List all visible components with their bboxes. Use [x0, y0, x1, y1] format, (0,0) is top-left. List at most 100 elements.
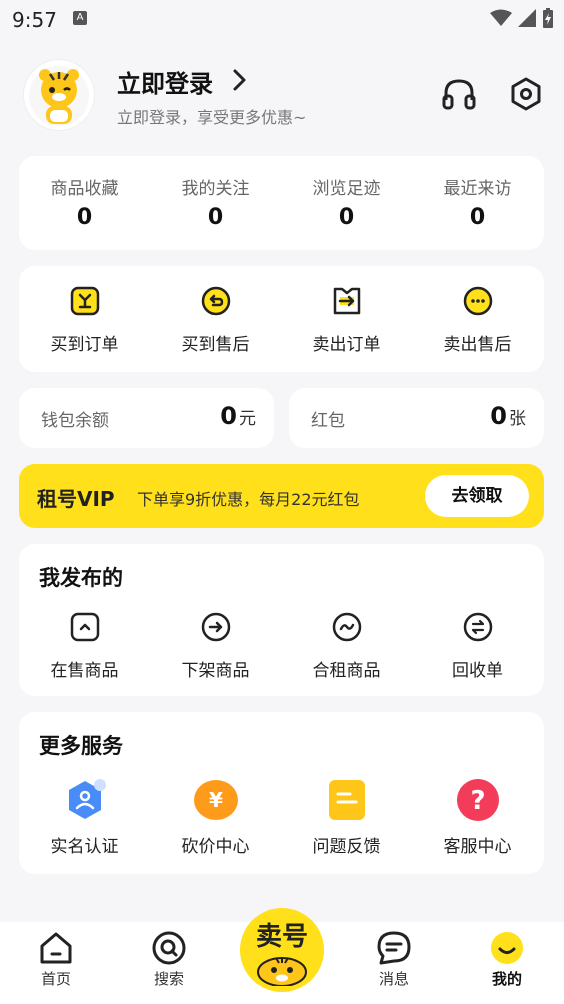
vip-banner[interactable]: 租号VIP 下单享9折优惠，每月22元红包 去领取 [19, 464, 544, 528]
published-title: 我发布的 [39, 566, 123, 590]
redpack-value-wrap: 0张 [490, 402, 526, 430]
service-support[interactable]: ? 客服中心 [412, 778, 543, 857]
order-sold-aftersale[interactable]: 卖出售后 [412, 286, 543, 355]
settings-icon[interactable] [508, 76, 544, 112]
redpack-unit: 张 [509, 409, 526, 429]
published-label: 合租商品 [312, 661, 381, 681]
redpack-value: 0 [490, 402, 507, 430]
stat-label: 我的关注 [181, 179, 250, 199]
service-feedback[interactable]: 问题反馈 [281, 778, 412, 857]
published-delisted[interactable]: 下架商品 [150, 612, 281, 681]
stat-label: 浏览足迹 [312, 179, 381, 199]
published-label: 回收单 [452, 661, 503, 681]
published-card: 我发布的 在售商品 下架商品 合租商品 回收单 [19, 544, 544, 696]
document-icon [328, 780, 365, 820]
tab-home[interactable]: 首页 [16, 930, 96, 989]
published-shared[interactable]: 合租商品 [281, 612, 412, 681]
tiger-mascot-icon [29, 66, 89, 126]
tab-label: 我的 [491, 970, 522, 988]
battery-icon [543, 8, 553, 28]
stat-history[interactable]: 浏览足迹 0 [281, 156, 412, 230]
tab-messages[interactable]: 消息 [354, 930, 434, 989]
tab-label: 首页 [40, 970, 71, 988]
order-label: 卖出订单 [312, 335, 381, 355]
status-bar: 9:57 A [0, 0, 564, 38]
tab-sell-center[interactable]: 卖号 [240, 908, 324, 992]
stats-card: 商品收藏 0 我的关注 0 浏览足迹 0 最近来访 0 [19, 156, 544, 250]
vip-description: 下单享9折优惠，每月22元红包 [137, 490, 360, 509]
stat-value: 0 [76, 205, 93, 230]
tab-label: 消息 [378, 970, 409, 988]
wifi-icon [490, 9, 512, 26]
tiger-face-icon [257, 957, 307, 986]
signal-icon [518, 9, 536, 27]
sell-order-icon [333, 287, 360, 315]
sell-label: 卖号 [255, 922, 308, 952]
login-title[interactable]: 立即登录 [117, 64, 213, 99]
bottom-tab-bar: 首页 搜索 卖号 消息 我的 [0, 908, 564, 1004]
service-label: 问题反馈 [312, 837, 381, 857]
chevron-up-box-icon [70, 612, 99, 642]
published-on-sale[interactable]: 在售商品 [19, 612, 150, 681]
login-subtitle: 立即登录，享受更多优惠~ [117, 108, 307, 127]
headset-icon[interactable] [441, 76, 477, 112]
stat-label: 商品收藏 [50, 179, 119, 199]
tab-mine[interactable]: 我的 [467, 930, 547, 989]
wallet-label: 钱包余额 [41, 411, 109, 431]
avatar[interactable] [24, 60, 94, 130]
message-icon [377, 931, 411, 965]
wallet-card[interactable]: 钱包余额 0元 [19, 388, 274, 448]
services-card: 更多服务 实名认证 ¥ 砍价中心 问题反馈 ? 客服中心 [19, 712, 544, 874]
exchange-circle-icon [463, 612, 492, 642]
redpack-card[interactable]: 红包 0张 [289, 388, 544, 448]
yuan-coin-icon: ¥ [193, 780, 238, 820]
order-label: 卖出售后 [443, 335, 512, 355]
order-label: 买到订单 [50, 335, 119, 355]
stat-value: 0 [207, 205, 224, 230]
arrow-right-circle-icon [201, 612, 230, 642]
published-label: 下架商品 [181, 661, 250, 681]
service-bargain[interactable]: ¥ 砍价中心 [150, 778, 281, 857]
order-bought[interactable]: 买到订单 [19, 286, 150, 355]
order-label: 买到售后 [181, 335, 250, 355]
service-label: 实名认证 [50, 837, 119, 857]
yuan-glyph: ¥ [209, 788, 223, 812]
bag-icon [70, 286, 99, 316]
services-title: 更多服务 [39, 734, 123, 758]
orders-card: 买到订单 买到售后 卖出订单 卖出售后 [19, 266, 544, 372]
status-time: 9:57 [12, 8, 57, 32]
stat-value: 0 [469, 205, 486, 230]
chat-dots-icon [463, 286, 492, 316]
wallet-unit: 元 [239, 409, 256, 429]
stat-following[interactable]: 我的关注 0 [150, 156, 281, 230]
status-icons [490, 8, 554, 28]
published-label: 在售商品 [50, 661, 119, 681]
search-icon [152, 931, 186, 965]
chevron-right-icon[interactable] [229, 66, 251, 96]
question-glyph: ? [470, 786, 485, 816]
redpack-label: 红包 [311, 411, 345, 431]
stat-visitors[interactable]: 最近来访 0 [412, 156, 543, 230]
order-bought-aftersale[interactable]: 买到售后 [150, 286, 281, 355]
notification-a-icon: A [73, 11, 87, 25]
profile-header: 立即登录 立即登录，享受更多优惠~ [24, 60, 544, 132]
return-icon [201, 286, 230, 316]
vip-title: 租号VIP [37, 487, 115, 511]
home-icon [40, 932, 72, 964]
smile-face-icon [491, 932, 523, 964]
shield-user-icon [68, 779, 106, 819]
wallet-value: 0 [220, 402, 237, 430]
vip-claim-button[interactable]: 去领取 [425, 475, 529, 517]
order-sold[interactable]: 卖出订单 [281, 286, 412, 355]
tab-label: 搜索 [153, 970, 184, 988]
tab-search[interactable]: 搜索 [129, 930, 209, 989]
service-label: 砍价中心 [181, 837, 250, 857]
stat-value: 0 [338, 205, 355, 230]
wallet-value-wrap: 0元 [220, 402, 256, 430]
service-realname[interactable]: 实名认证 [19, 778, 150, 857]
service-label: 客服中心 [443, 837, 512, 857]
wave-circle-icon [332, 612, 361, 642]
published-recycle[interactable]: 回收单 [412, 612, 543, 681]
stat-favorites[interactable]: 商品收藏 0 [19, 156, 150, 230]
question-icon: ? [456, 779, 499, 821]
